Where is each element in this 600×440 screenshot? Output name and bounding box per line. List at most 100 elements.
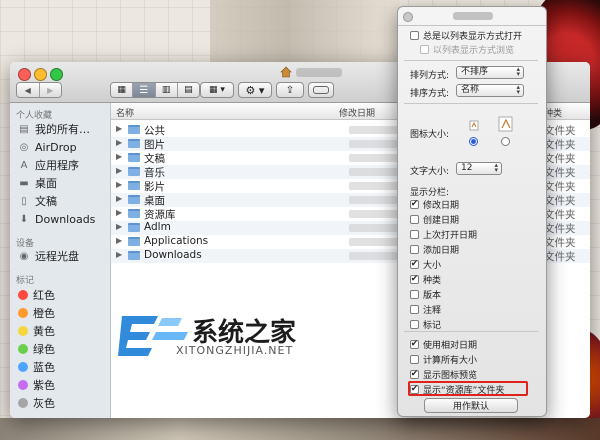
- checkbox-box[interactable]: ✔: [410, 200, 419, 209]
- sidebar-item-label: 蓝色: [33, 361, 55, 374]
- sidebar-item-downloads[interactable]: ⬇ Downloads: [18, 212, 96, 226]
- disclosure-triangle-icon[interactable]: ▶: [116, 166, 122, 175]
- row-kind: 文件夹: [544, 167, 576, 179]
- column-checkbox-comments[interactable]: 注释: [410, 303, 441, 316]
- column-header-date[interactable]: 修改日期: [339, 106, 375, 119]
- updown-arrows-icon: ▴ ▾: [516, 65, 520, 78]
- always-list-checkbox[interactable]: 总是以列表显示方式打开: [410, 29, 522, 42]
- checkbox-box[interactable]: ✔: [410, 340, 419, 349]
- forward-arrow-icon[interactable]: ▶: [39, 83, 61, 97]
- sidebar-tag-yellow[interactable]: 黄色: [18, 324, 55, 338]
- sidebar-item-label: 绿色: [33, 343, 55, 356]
- disclosure-triangle-icon[interactable]: ▶: [116, 180, 122, 189]
- home-icon: [280, 66, 292, 78]
- text-size-select[interactable]: 12 ▴ ▾: [456, 162, 502, 175]
- disclosure-triangle-icon[interactable]: ▶: [116, 250, 122, 259]
- disclosure-triangle-icon[interactable]: ▶: [116, 194, 122, 203]
- arrange-select[interactable]: 不排序 ▴ ▾: [456, 66, 524, 79]
- disclosure-triangle-icon[interactable]: ▶: [116, 138, 122, 147]
- row-name: Downloads: [144, 249, 202, 261]
- checkbox-box[interactable]: [420, 45, 429, 54]
- checkbox-box[interactable]: [410, 320, 419, 329]
- checkbox-box[interactable]: [410, 305, 419, 314]
- back-forward-buttons[interactable]: ◀ ▶: [16, 82, 62, 98]
- calculate-sizes-checkbox[interactable]: 计算所有大小: [410, 353, 477, 366]
- list-browse-checkbox[interactable]: 以列表显示方式浏览: [420, 43, 514, 56]
- column-checkbox-last-opened[interactable]: 上次打开日期: [410, 228, 477, 241]
- folder-icon: [128, 195, 140, 204]
- use-as-defaults-button[interactable]: 用作默认: [424, 398, 518, 413]
- large-icon-radio[interactable]: [501, 137, 510, 146]
- icon-preview-checkbox[interactable]: ✔ 显示图标预览: [410, 368, 477, 381]
- column-checkbox-created-date[interactable]: 创建日期: [410, 213, 459, 226]
- folder-icon: [128, 181, 140, 190]
- list-view-icon[interactable]: ☰: [133, 83, 156, 97]
- checkbox-label: 添加日期: [423, 246, 460, 256]
- checkbox-box[interactable]: ✔: [410, 260, 419, 269]
- tag-button[interactable]: [308, 82, 334, 98]
- disclosure-triangle-icon[interactable]: ▶: [116, 236, 122, 245]
- checkbox-label: 总是以列表显示方式打开: [423, 32, 523, 42]
- documents-icon: ▯: [21, 195, 27, 207]
- disclosure-triangle-icon[interactable]: ▶: [116, 124, 122, 133]
- column-checkbox-tags[interactable]: 标记: [410, 318, 441, 331]
- disclosure-triangle-icon[interactable]: ▶: [116, 152, 122, 161]
- column-view-icon[interactable]: ▥: [155, 83, 178, 97]
- checkbox-box[interactable]: ✔: [410, 275, 419, 284]
- row-kind: 文件夹: [544, 181, 576, 193]
- sidebar-tag-blue[interactable]: 蓝色: [18, 360, 55, 374]
- tag-icon: [313, 86, 329, 94]
- sidebar-tag-red[interactable]: 红色: [18, 288, 55, 302]
- sidebar-item-airdrop[interactable]: ◎ AirDrop: [18, 140, 77, 154]
- column-header-name[interactable]: 名称: [116, 106, 134, 119]
- share-button[interactable]: ⇪: [276, 82, 304, 98]
- sidebar-tag-green[interactable]: 绿色: [18, 342, 55, 356]
- checkbox-box[interactable]: [410, 245, 419, 254]
- column-checkbox-kind[interactable]: ✔ 种类: [410, 273, 441, 286]
- column-checkbox-modified-date[interactable]: ✔ 修改日期: [410, 198, 459, 211]
- checkbox-box[interactable]: [410, 215, 419, 224]
- sidebar-tag-purple[interactable]: 紫色: [18, 378, 55, 392]
- row-kind: 文件夹: [544, 153, 576, 165]
- column-checkbox-version[interactable]: 版本: [410, 288, 441, 301]
- sort-select[interactable]: 名称 ▴ ▾: [456, 84, 524, 97]
- sidebar-item-remote-disc[interactable]: ◉ 远程光盘: [18, 249, 79, 263]
- checkbox-box[interactable]: [410, 290, 419, 299]
- checkbox-box[interactable]: ✔: [410, 370, 419, 379]
- small-icon-radio[interactable]: [469, 137, 478, 146]
- column-checkbox-date-added[interactable]: 添加日期: [410, 243, 459, 256]
- view-mode-buttons[interactable]: ▦ ☰ ▥ ▤: [110, 82, 200, 98]
- all-files-icon: ▤: [19, 123, 29, 135]
- folder-icon: [128, 251, 140, 260]
- share-icon: ⇪: [285, 84, 295, 96]
- action-button[interactable]: ⚙ ▾: [238, 82, 272, 98]
- sidebar-item-applications[interactable]: A 应用程序: [18, 158, 79, 172]
- checkbox-box[interactable]: [410, 31, 419, 40]
- panel-close-button[interactable]: [403, 12, 413, 22]
- relative-dates-checkbox[interactable]: ✔ 使用相对日期: [410, 338, 477, 351]
- tag-dot-icon: [18, 344, 28, 354]
- zoom-button[interactable]: [50, 68, 63, 81]
- sidebar-tag-gray[interactable]: 灰色: [18, 396, 55, 410]
- cover-flow-icon[interactable]: ▤: [177, 83, 199, 97]
- divider: [404, 103, 538, 104]
- icon-view-icon[interactable]: ▦: [111, 83, 134, 97]
- sidebar-item-label: 远程光盘: [35, 250, 79, 263]
- close-button[interactable]: [18, 68, 31, 81]
- sidebar-tag-orange[interactable]: 橙色: [18, 306, 55, 320]
- checkbox-box[interactable]: [410, 230, 419, 239]
- checkbox-box[interactable]: [410, 355, 419, 364]
- sidebar-item-all-files[interactable]: ▤ 我的所有…: [18, 122, 90, 136]
- disclosure-triangle-icon[interactable]: ▶: [116, 208, 122, 217]
- sidebar-item-desktop[interactable]: ▬ 桌面: [18, 176, 57, 190]
- arrange-button[interactable]: ▦ ▾: [200, 82, 234, 98]
- sidebar-item-documents[interactable]: ▯ 文稿: [18, 194, 57, 208]
- checkbox-label: 显示图标预览: [423, 371, 478, 381]
- checkbox-label: 种类: [423, 276, 442, 286]
- minimize-button[interactable]: [34, 68, 47, 81]
- column-checkbox-size[interactable]: ✔ 大小: [410, 258, 441, 271]
- divider: [404, 60, 538, 61]
- disclosure-triangle-icon[interactable]: ▶: [116, 222, 122, 231]
- sidebar-section-tags: 标记: [16, 276, 35, 286]
- back-arrow-icon[interactable]: ◀: [17, 83, 40, 97]
